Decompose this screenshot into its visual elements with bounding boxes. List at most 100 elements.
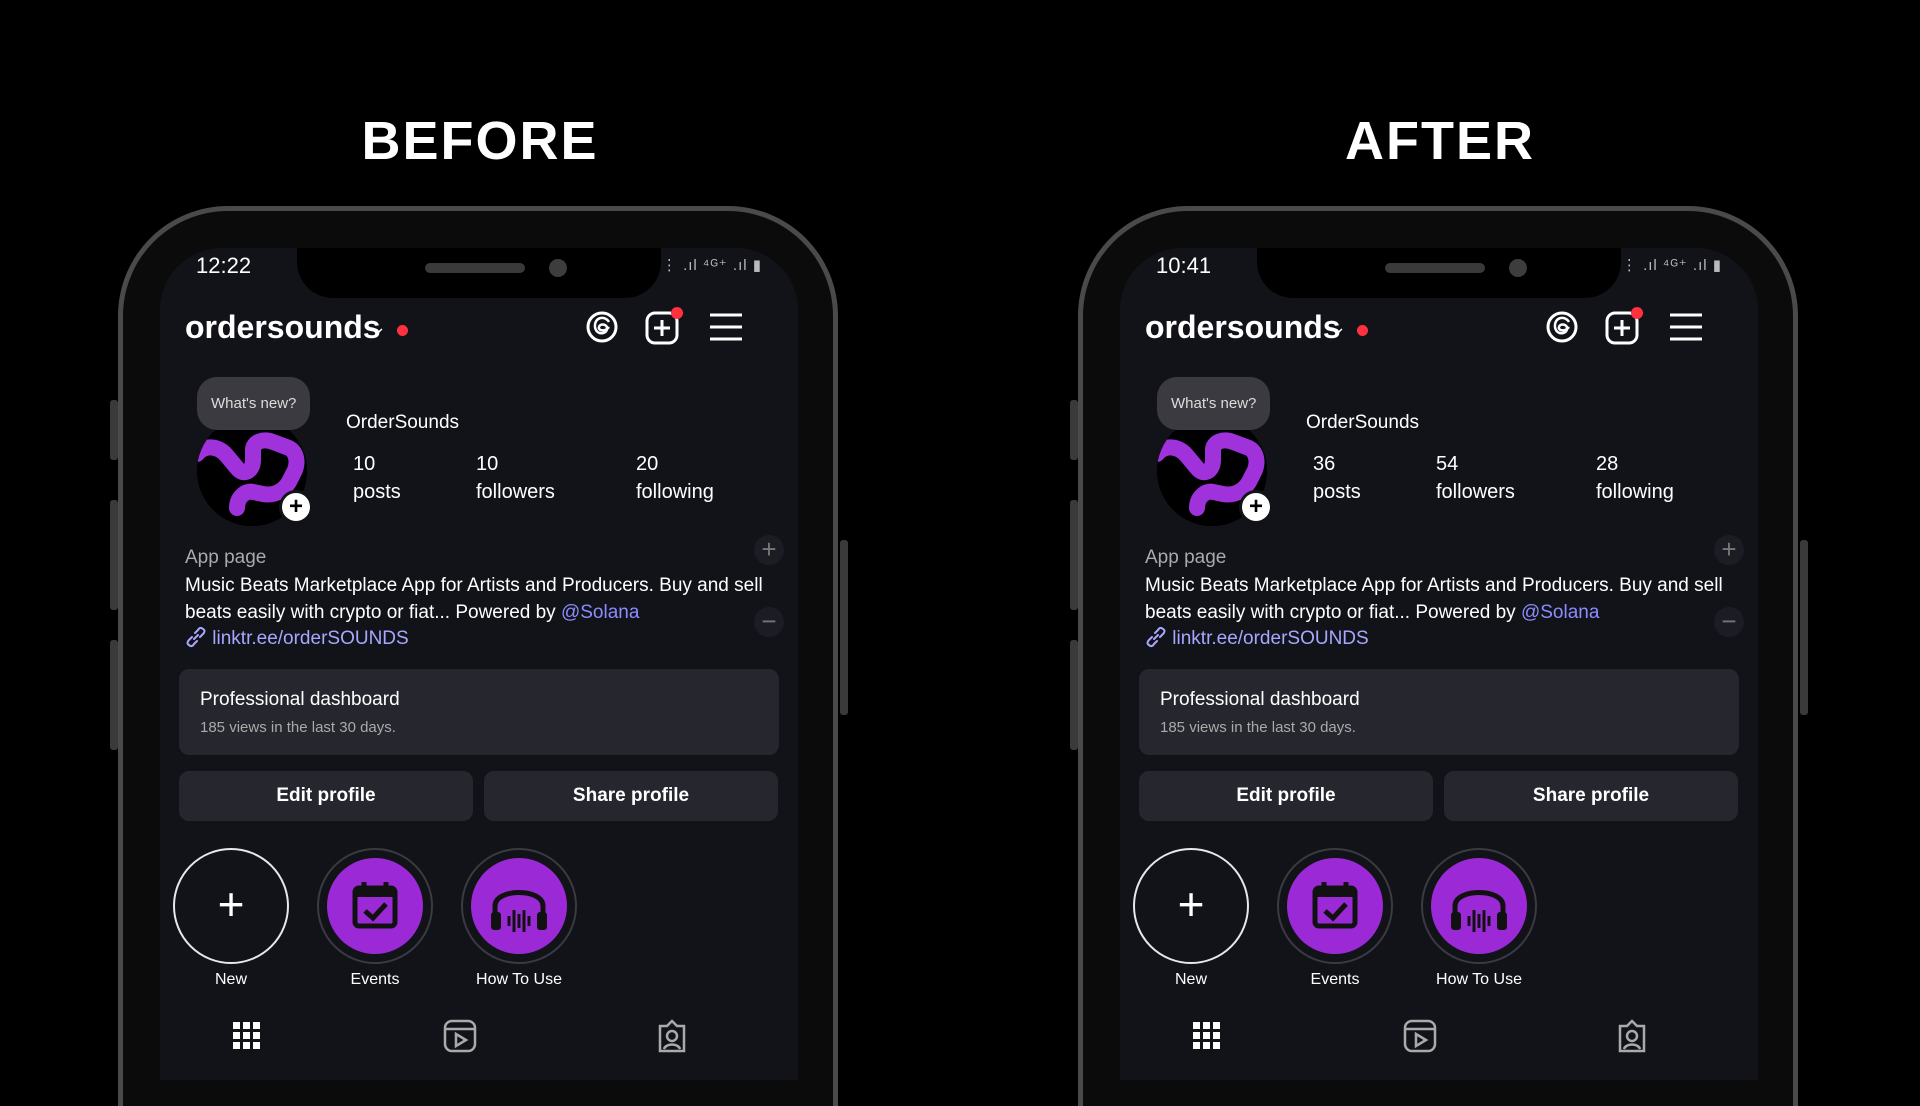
after-panel: AFTER 10:41 ⋮ .ıl ⁴ᴳ⁺ .ıl ▮ ordersounds …: [960, 0, 1920, 1106]
highlight-cover: [1287, 858, 1383, 954]
highlight-ring: +: [173, 848, 289, 964]
tagged-icon[interactable]: [652, 1016, 692, 1056]
phone-side-button: [1070, 640, 1078, 750]
notification-dot: [1357, 325, 1368, 336]
posts-stat[interactable]: 36 posts: [1313, 450, 1361, 506]
create-post-icon[interactable]: [1601, 305, 1645, 349]
threads-icon[interactable]: [580, 305, 624, 349]
grid-icon[interactable]: [1187, 1016, 1227, 1056]
add-story-plus-icon[interactable]: +: [279, 490, 313, 524]
username-switcher[interactable]: ordersounds: [1145, 309, 1341, 346]
category-label: App page: [185, 547, 267, 568]
notification-dot: [397, 325, 408, 336]
bio-text: Music Beats Marketplace App for Artists …: [1145, 575, 1723, 623]
reels-icon[interactable]: [440, 1016, 480, 1056]
share-profile-button[interactable]: Share profile: [1444, 771, 1738, 821]
threads-icon[interactable]: [1540, 305, 1584, 349]
calendar-check-icon: [1312, 882, 1358, 929]
posts-stat[interactable]: 10 posts: [353, 450, 401, 506]
highlight-how-to-use[interactable]: How To Use: [1421, 848, 1537, 989]
bio-mention-link[interactable]: @Solana: [561, 602, 639, 623]
followers-stat[interactable]: 10 followers: [476, 450, 555, 506]
followers-count: 10: [476, 453, 499, 475]
highlight-events[interactable]: Events: [1277, 848, 1393, 989]
posts-label: posts: [1313, 481, 1361, 503]
profile-header: ordersounds ⌄: [1145, 303, 1733, 353]
following-label: following: [1596, 481, 1674, 503]
posts-count: 10: [353, 453, 376, 475]
notes-bubble[interactable]: What's new?: [1157, 377, 1271, 430]
grid-icon[interactable]: [227, 1016, 267, 1056]
display-name: OrderSounds: [346, 412, 460, 433]
zoom-plus-icon[interactable]: +: [1714, 535, 1744, 565]
highlight-cover: [1431, 858, 1527, 954]
followers-label: followers: [1436, 481, 1515, 503]
display-name: OrderSounds: [1306, 412, 1420, 433]
professional-dashboard[interactable]: Professional dashboard 185 views in the …: [1139, 669, 1739, 755]
highlight-label: New: [1174, 971, 1207, 988]
bio-text: Music Beats Marketplace App for Artists …: [185, 575, 763, 623]
phone-side-button: [110, 400, 118, 460]
highlight-ring: [1277, 848, 1393, 964]
notes-bubble[interactable]: What's new?: [197, 377, 311, 430]
edit-profile-button[interactable]: Edit profile: [1139, 771, 1433, 821]
zoom-plus-icon[interactable]: +: [754, 535, 784, 565]
category-label: App page: [1145, 547, 1227, 568]
profile-avatar[interactable]: +: [1157, 416, 1273, 526]
following-stat[interactable]: 28 following: [1596, 450, 1674, 506]
phone-screen: 10:41 ⋮ .ıl ⁴ᴳ⁺ .ıl ▮ ordersounds ⌄ + Wh…: [1120, 248, 1758, 1080]
reels-icon[interactable]: [1400, 1016, 1440, 1056]
bio-mention-link[interactable]: @Solana: [1521, 602, 1599, 623]
highlight-ring: [1421, 848, 1537, 964]
profile-header: ordersounds ⌄: [185, 303, 773, 353]
highlight-ring: [461, 848, 577, 964]
plus-icon: +: [217, 878, 245, 930]
share-profile-button[interactable]: Share profile: [484, 771, 778, 821]
chevron-down-icon[interactable]: ⌄: [1331, 317, 1346, 338]
professional-dashboard[interactable]: Professional dashboard 185 views in the …: [179, 669, 779, 755]
speaker-grille: [1385, 263, 1485, 273]
add-story-plus-icon[interactable]: +: [1239, 490, 1273, 524]
edit-profile-button[interactable]: Edit profile: [179, 771, 473, 821]
chevron-down-icon[interactable]: ⌄: [371, 317, 386, 338]
phone-side-button: [110, 500, 118, 610]
highlight-label: Events: [1310, 971, 1360, 988]
highlight-how-to-use[interactable]: How To Use: [461, 848, 577, 989]
followers-stat[interactable]: 54 followers: [1436, 450, 1515, 506]
highlight-cover: [327, 858, 423, 954]
menu-icon[interactable]: [704, 305, 748, 349]
headphones-icon: [491, 890, 547, 932]
phone-side-button: [110, 640, 118, 750]
front-camera: [549, 259, 567, 277]
calendar-check-icon: [352, 882, 398, 929]
headphones-icon: [1451, 890, 1507, 932]
following-count: 28: [1596, 453, 1619, 475]
profile-avatar[interactable]: +: [197, 416, 313, 526]
username-switcher[interactable]: ordersounds: [185, 309, 381, 346]
following-stat[interactable]: 20 following: [636, 450, 714, 506]
highlight-new[interactable]: + New: [1133, 848, 1249, 989]
status-icons: ⋮ .ıl ⁴ᴳ⁺ .ıl ▮: [1621, 257, 1722, 274]
status-time: 10:41: [1156, 253, 1212, 278]
create-post-icon[interactable]: [641, 305, 685, 349]
highlight-ring: +: [1133, 848, 1249, 964]
bio: Music Beats Marketplace App for Artists …: [1145, 572, 1735, 626]
front-camera: [1509, 259, 1527, 277]
link-icon: [1146, 626, 1166, 648]
followers-count: 54: [1436, 453, 1459, 475]
menu-icon[interactable]: [1664, 305, 1708, 349]
highlight-events[interactable]: Events: [317, 848, 433, 989]
dashboard-title: Professional dashboard: [1160, 689, 1360, 710]
profile-link[interactable]: linktr.ee/orderSOUNDS: [1145, 626, 1369, 650]
followers-label: followers: [476, 481, 555, 503]
tagged-icon[interactable]: [1612, 1016, 1652, 1056]
highlight-label: New: [214, 971, 247, 988]
profile-link[interactable]: linktr.ee/orderSOUNDS: [185, 626, 409, 650]
profile-link-text[interactable]: linktr.ee/orderSOUNDS: [1172, 628, 1368, 649]
highlight-new[interactable]: + New: [173, 848, 289, 989]
dashboard-title: Professional dashboard: [200, 689, 400, 710]
posts-count: 36: [1313, 453, 1336, 475]
highlight-label: How To Use: [1436, 971, 1522, 988]
profile-link-text[interactable]: linktr.ee/orderSOUNDS: [212, 628, 408, 649]
highlight-cover: [471, 858, 567, 954]
